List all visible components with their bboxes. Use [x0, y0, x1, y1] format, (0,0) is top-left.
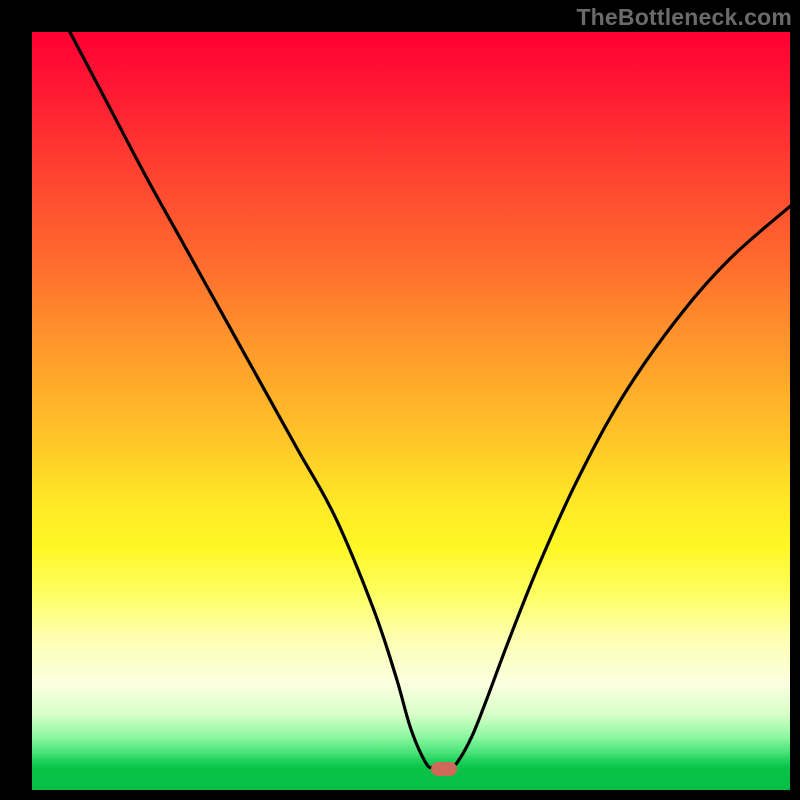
chart-frame: TheBottleneck.com — [0, 0, 800, 800]
plot-area — [32, 32, 790, 790]
watermark-text: TheBottleneck.com — [576, 4, 792, 31]
curve-layer — [32, 32, 790, 790]
optimal-point-marker — [431, 762, 457, 776]
bottleneck-curve — [70, 32, 790, 768]
